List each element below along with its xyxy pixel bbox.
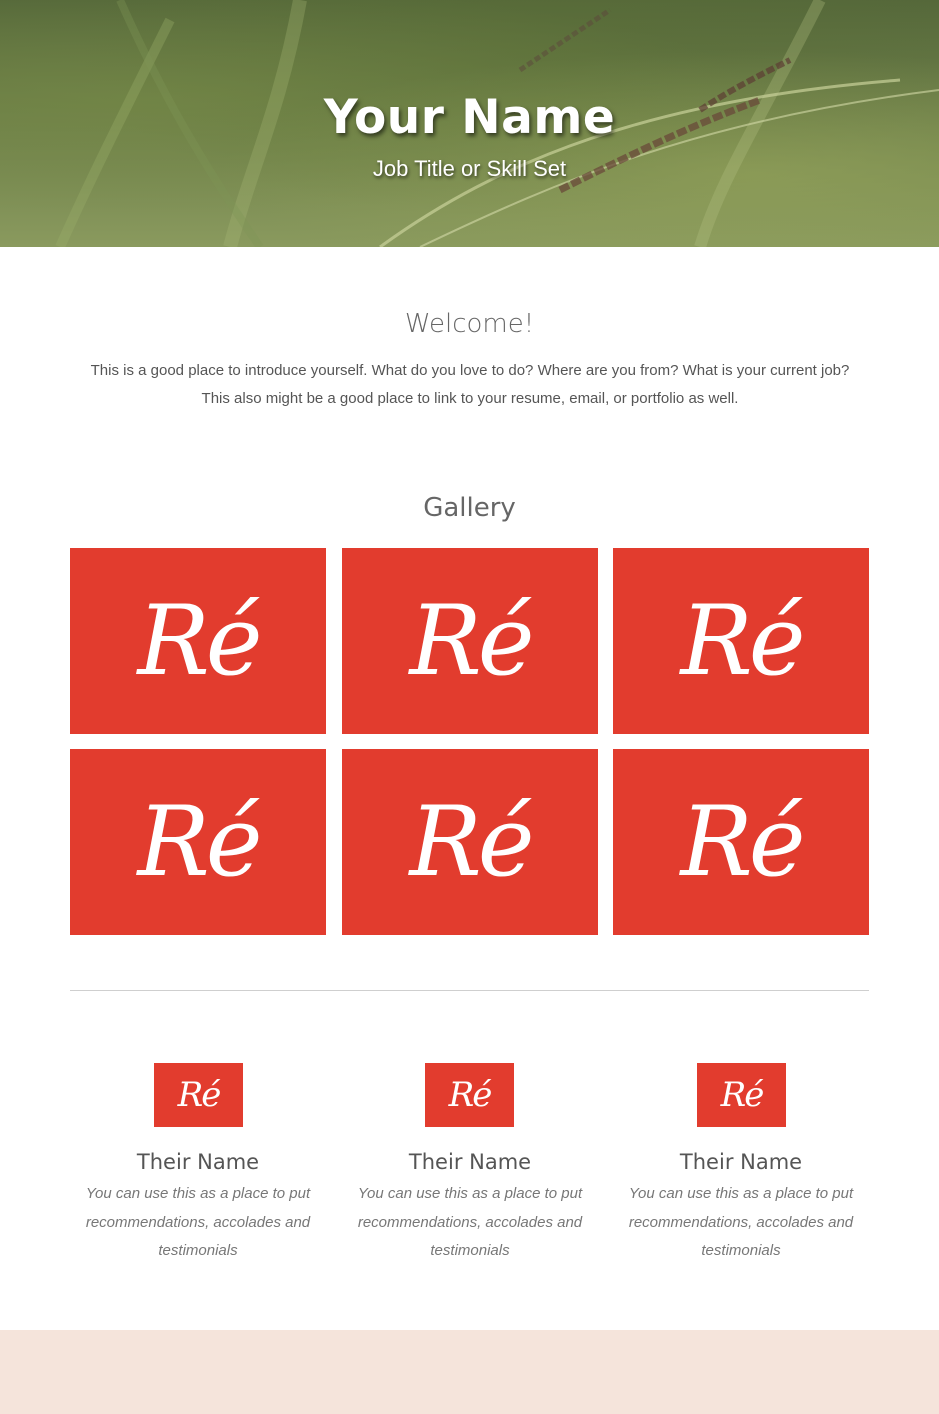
- welcome-title: Welcome!: [404, 309, 535, 339]
- re-logo-icon: Ré: [448, 1075, 493, 1115]
- testimonial-name: Their Name: [679, 1150, 803, 1174]
- re-logo-icon: Ré: [680, 585, 805, 697]
- re-logo-icon: Ré: [137, 786, 262, 898]
- re-logo-icon: Ré: [409, 585, 534, 697]
- re-logo-icon: Ré: [137, 585, 262, 697]
- re-logo-icon: Ré: [409, 786, 534, 898]
- gallery-tile[interactable]: Ré: [613, 548, 869, 734]
- testimonial-logo: Ré: [425, 1063, 514, 1127]
- hero-banner: Your Name Job Title or Skill Set: [0, 0, 939, 247]
- gallery-tile[interactable]: Ré: [342, 749, 598, 935]
- gallery-title: Gallery: [423, 493, 516, 523]
- re-logo-icon: Ré: [680, 786, 805, 898]
- testimonial-name: Their Name: [408, 1150, 532, 1174]
- testimonial-text: You can use this as a place to put recom…: [628, 1185, 854, 1259]
- testimonial-text: You can use this as a place to put recom…: [85, 1185, 311, 1259]
- hero-name: Your Name: [323, 90, 616, 145]
- gallery-tile[interactable]: Ré: [342, 548, 598, 734]
- testimonial-logo: Ré: [154, 1063, 243, 1127]
- section-divider: [70, 990, 869, 991]
- gallery-tile[interactable]: Ré: [70, 749, 326, 935]
- testimonial-text: You can use this as a place to put recom…: [357, 1185, 583, 1259]
- testimonial-logo: Ré: [697, 1063, 786, 1127]
- re-logo-icon: Ré: [720, 1075, 765, 1115]
- testimonial-name: Their Name: [136, 1150, 260, 1174]
- footer: [0, 1330, 939, 1414]
- gallery-tile[interactable]: Ré: [613, 749, 869, 935]
- re-logo-icon: Ré: [177, 1075, 222, 1115]
- gallery-tile[interactable]: Ré: [70, 548, 326, 734]
- hero-subtitle: Job Title or Skill Set: [372, 156, 567, 181]
- welcome-text: This is a good place to introduce yourse…: [90, 362, 850, 407]
